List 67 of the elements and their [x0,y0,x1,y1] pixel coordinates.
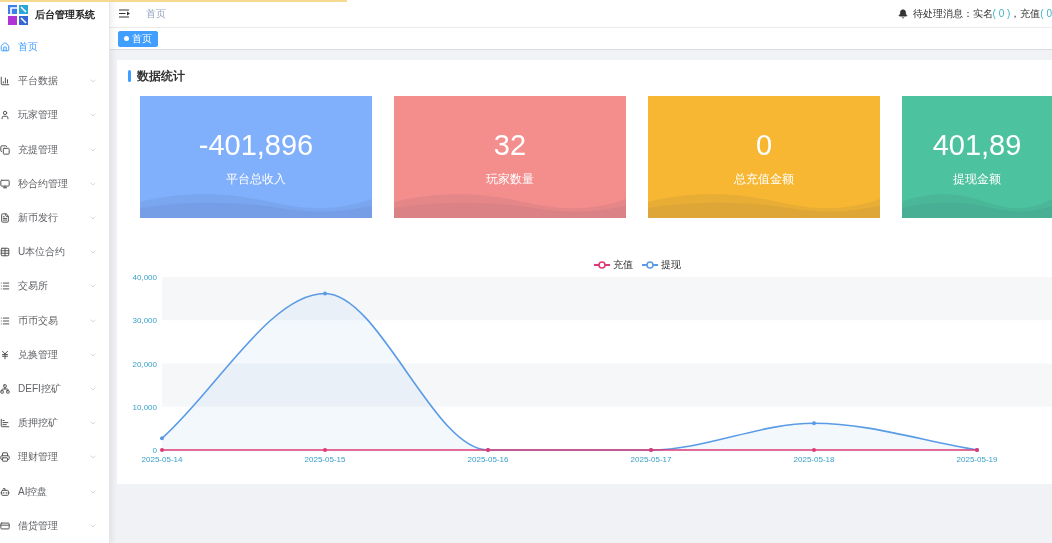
printer-icon [0,452,10,463]
sidebar-item[interactable]: U本位合约 [0,235,109,270]
x-tick-label: 2025-05-16 [467,455,509,464]
x-tick-label: 2025-05-15 [304,455,346,464]
sidebar-item[interactable]: 新币发行 [0,200,109,236]
sidebar-item[interactable]: 秒合约管理 [0,166,109,201]
sidebar-item[interactable]: 充提管理 [0,132,109,167]
data-point [323,448,327,452]
sidebar-item[interactable]: AI控盘 [0,474,109,509]
network-icon [0,383,10,394]
data-point [160,448,164,452]
y-tick-label: 40,000 [132,273,157,282]
stat-label: 总充值金额 [734,171,794,187]
pending-messages-text: 待处理消息：实名( 0 )，充值( 0 [912,6,1052,21]
stat-label: 玩家数量 [486,171,534,187]
section-title: 数据统计 [137,67,185,85]
credit-card-icon [0,520,10,531]
list-icon [0,315,10,326]
sidebar-item[interactable]: DEFI挖矿 [0,371,109,407]
menu-icon[interactable] [119,9,130,18]
monitor-icon [0,178,10,189]
data-point [812,448,816,452]
legend-item[interactable]: 提现 [641,258,681,272]
sidebar-item[interactable]: 质押挖矿 [0,406,109,441]
line-circle-icon [641,261,658,269]
stat-label: 提现金额 [953,171,1001,187]
logo-text: 后台管理系统 [35,8,95,22]
bell-icon[interactable] [897,8,908,19]
accent-bar [128,70,131,82]
user-icon [0,110,10,121]
sidebar-item[interactable]: 借贷管理 [0,508,109,543]
x-tick-label: 2025-05-18 [793,455,835,464]
data-point [160,436,164,441]
sidebar-item[interactable]: 平台数据 [0,64,109,99]
dot-icon [124,36,129,41]
table-icon [0,247,10,258]
document-icon [0,213,10,224]
robot-icon [0,486,10,497]
stat-label: 平台总收入 [226,171,286,187]
stat-value: 401,89 [932,128,1022,163]
bar-chart-icon [0,418,10,429]
stat-value: -401,896 [198,128,314,163]
yen-icon [0,349,10,360]
stat-value: 32 [493,128,527,163]
y-tick-label: 0 [152,446,157,455]
list-icon [0,281,10,292]
stat-value: 0 [755,128,773,163]
bar-chart-icon [0,76,10,87]
sidebar-item[interactable]: 交易所 [0,269,109,304]
breadcrumb-text: 首页 [146,6,166,21]
x-tick-label: 2025-05-14 [141,455,183,464]
data-point [812,421,816,426]
data-point [323,291,327,296]
y-tick-label: 10,000 [132,402,157,412]
line-circle-icon [593,261,610,269]
x-tick-label: 2025-05-17 [630,455,672,464]
legend-item[interactable]: 充值 [593,258,633,272]
x-tick-label: 2025-05-19 [956,455,998,464]
sidebar-item[interactable]: 理财管理 [0,440,109,475]
y-tick-label: 20,000 [132,359,157,369]
sidebar-item[interactable]: 玩家管理 [0,98,109,133]
sidebar-item[interactable]: 币币交易 [0,303,109,338]
logo-icon [8,5,28,25]
y-tick-label: 30,000 [132,316,157,326]
copy-icon [0,144,10,155]
house-icon [0,42,10,53]
sidebar-item[interactable]: 兑换管理 [0,337,109,372]
